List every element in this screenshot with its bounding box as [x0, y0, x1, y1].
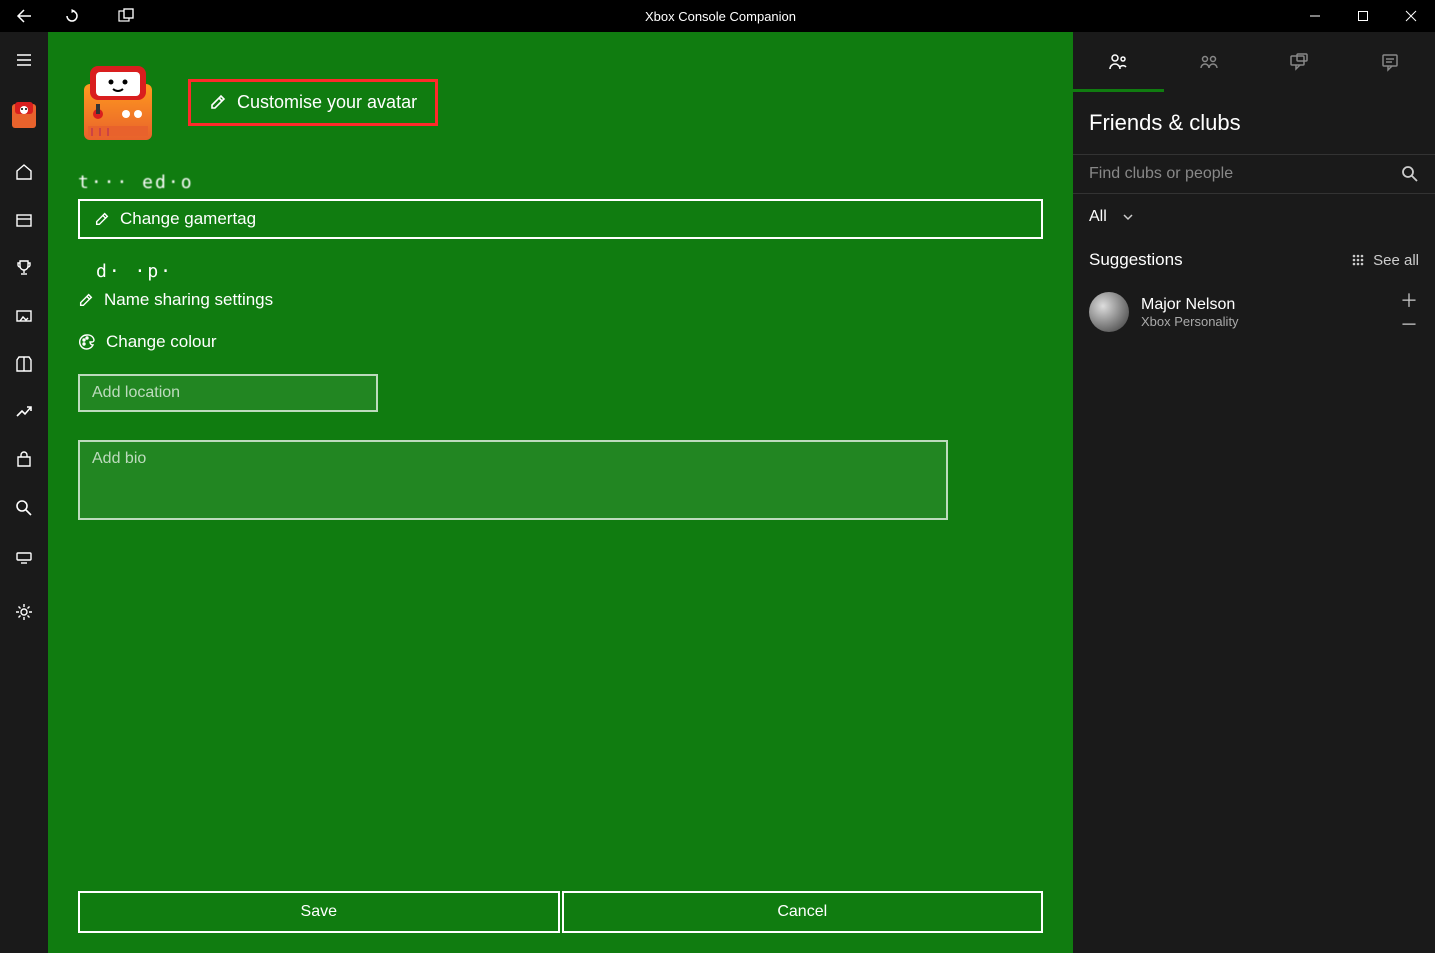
change-gamertag-button[interactable]: Change gamertag: [78, 199, 1043, 239]
save-button[interactable]: Save: [78, 891, 560, 933]
sidebar-search[interactable]: [0, 484, 48, 532]
palette-icon: [78, 333, 96, 351]
name-sharing-label: Name sharing settings: [104, 290, 273, 310]
sidebar-profile[interactable]: [0, 92, 48, 140]
dismiss-suggestion-button[interactable]: －: [1399, 314, 1419, 334]
search-input[interactable]: [1089, 165, 1401, 183]
sidebar-home[interactable]: [0, 148, 48, 196]
cancel-button[interactable]: Cancel: [562, 891, 1044, 933]
refresh-button[interactable]: [48, 0, 96, 32]
suggestion-item[interactable]: Major Nelson Xbox Personality ＋ －: [1073, 280, 1435, 344]
titlebar: Xbox Console Companion: [0, 0, 1435, 32]
customise-avatar-label: Customise your avatar: [237, 92, 417, 113]
sidebar-library[interactable]: [0, 196, 48, 244]
tab-friends[interactable]: [1073, 32, 1164, 92]
sidebar-captures[interactable]: [0, 292, 48, 340]
tab-activity[interactable]: [1345, 32, 1435, 92]
window-title: Xbox Console Companion: [150, 9, 1291, 24]
change-colour-label: Change colour: [106, 332, 217, 352]
minimize-button[interactable]: [1291, 0, 1339, 32]
pencil-icon: [209, 93, 227, 111]
name-sharing-button[interactable]: Name sharing settings: [78, 290, 1043, 310]
sidebar-store[interactable]: [0, 436, 48, 484]
gamertag-display: t··· ed·o: [78, 172, 1043, 193]
chevron-down-icon: [1121, 210, 1135, 224]
add-friend-button[interactable]: ＋: [1399, 290, 1419, 310]
realname-display: d· ·p·: [96, 261, 1043, 282]
tab-messages[interactable]: [1254, 32, 1345, 92]
suggestion-name: Major Nelson: [1141, 296, 1387, 314]
customise-avatar-button[interactable]: Customise your avatar: [188, 79, 438, 126]
suggestion-avatar: [1089, 292, 1129, 332]
back-button[interactable]: [0, 0, 48, 32]
sidebar-trending[interactable]: [0, 388, 48, 436]
filter-label: All: [1089, 208, 1107, 226]
main-content: Customise your avatar t··· ed·o Change g…: [48, 32, 1073, 953]
friends-heading: Friends & clubs: [1073, 92, 1435, 154]
suggestion-desc: Xbox Personality: [1141, 314, 1387, 329]
tab-parties[interactable]: [1164, 32, 1255, 92]
sidebar: [0, 32, 48, 953]
see-all-label: See all: [1373, 252, 1419, 269]
sidebar-achievements[interactable]: [0, 244, 48, 292]
sidebar-clubs[interactable]: [0, 340, 48, 388]
pencil-icon: [78, 292, 94, 308]
change-colour-button[interactable]: Change colour: [78, 332, 1043, 352]
sidebar-connection[interactable]: [0, 532, 48, 580]
see-all-button[interactable]: See all: [1351, 252, 1419, 269]
record-button[interactable]: [102, 0, 150, 32]
location-input[interactable]: [78, 374, 378, 412]
search-row: [1073, 154, 1435, 194]
pencil-icon: [94, 211, 110, 227]
change-gamertag-label: Change gamertag: [120, 209, 256, 229]
avatar: [78, 62, 158, 142]
right-panel: Friends & clubs All Suggestions See all …: [1073, 32, 1435, 953]
search-icon[interactable]: [1401, 165, 1419, 183]
suggestions-heading: Suggestions: [1089, 250, 1183, 270]
filter-dropdown[interactable]: All: [1073, 194, 1435, 240]
hamburger-menu[interactable]: [0, 36, 48, 84]
bio-input[interactable]: [78, 440, 948, 520]
maximize-button[interactable]: [1339, 0, 1387, 32]
sidebar-settings[interactable]: [0, 588, 48, 636]
close-button[interactable]: [1387, 0, 1435, 32]
grid-icon: [1351, 253, 1365, 267]
